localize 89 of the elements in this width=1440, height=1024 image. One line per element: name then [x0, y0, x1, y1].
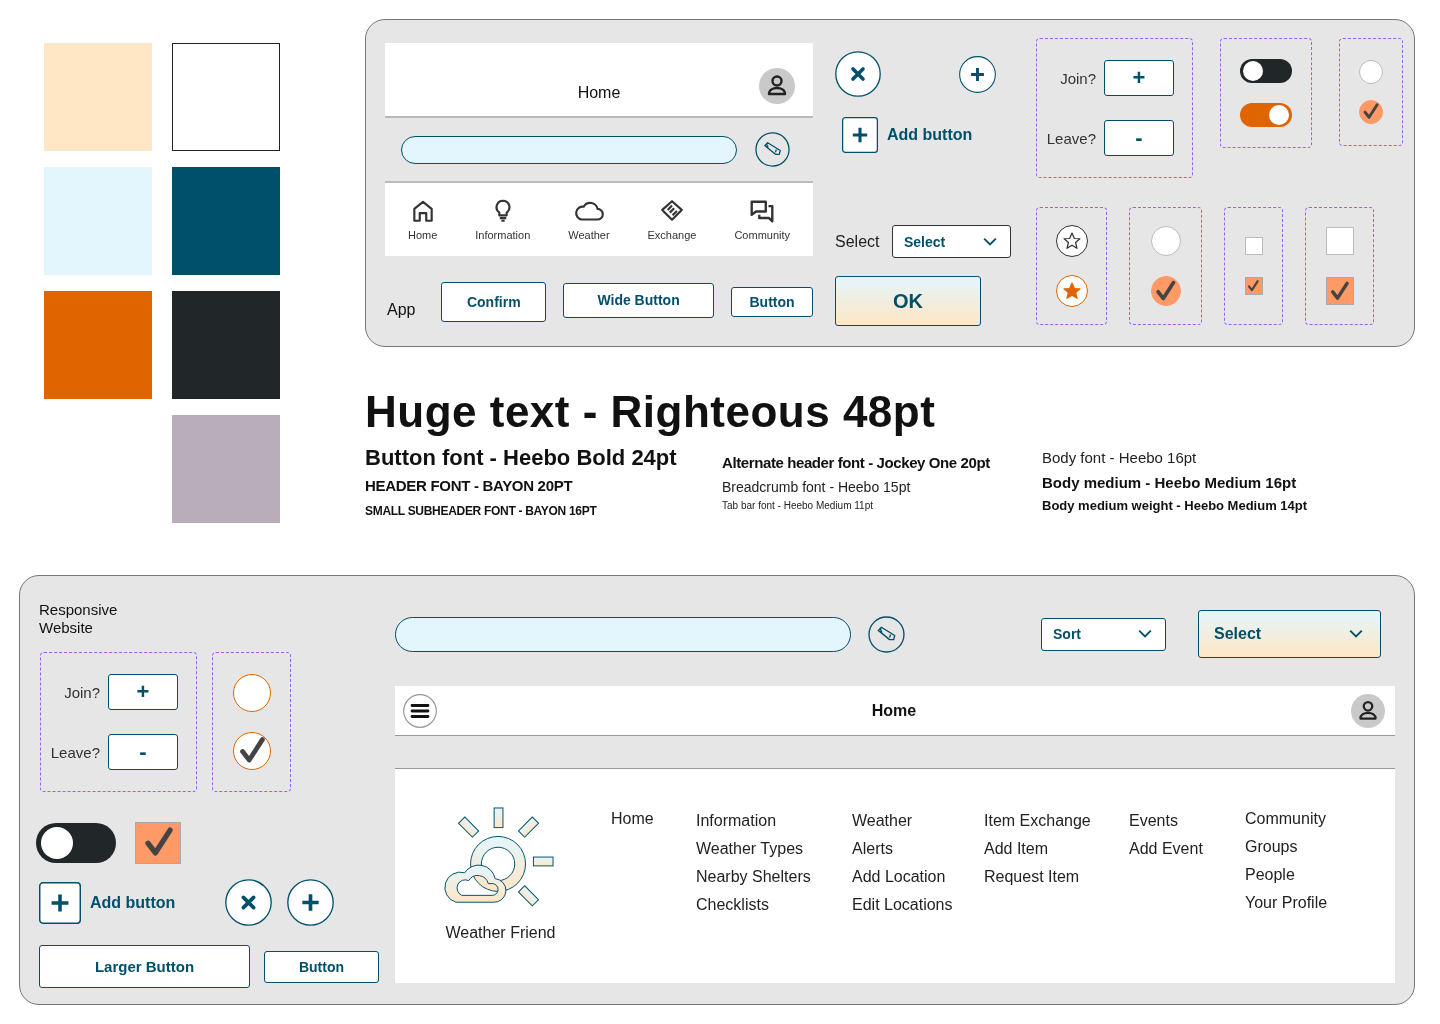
join-label: Join?	[64, 683, 100, 701]
star-toggle[interactable]	[1055, 225, 1088, 257]
footer-link[interactable]: Request Item	[984, 863, 1129, 891]
outline-button[interactable]: Button	[264, 950, 379, 983]
font-sample: Body font - Heebo 16pt	[1042, 449, 1198, 466]
toggle-switch[interactable]	[36, 823, 116, 863]
footer-link[interactable]: Your Profile	[1245, 889, 1328, 917]
menu-icon[interactable]	[403, 693, 437, 728]
add-button[interactable]	[39, 881, 81, 924]
footer-link[interactable]: Checklists	[696, 891, 852, 919]
header-title: Home	[870, 701, 918, 720]
footer-link[interactable]: Groups	[1245, 833, 1328, 861]
radio-button[interactable]	[1359, 100, 1383, 124]
font-sample: Alternate header font - Jockey One 20pt	[722, 454, 991, 471]
header-title: Home	[576, 84, 622, 103]
add-button[interactable]	[842, 117, 878, 153]
huge-text-sample: Huge text - Righteous 48pt	[365, 387, 937, 437]
checkbox[interactable]	[1325, 277, 1354, 305]
footer-link[interactable]: Add Event	[1129, 835, 1245, 863]
brand-name: Weather Friend	[445, 924, 556, 942]
tab-label[interactable]: Community	[734, 229, 791, 241]
search-field[interactable]	[401, 135, 737, 164]
toggle-switch[interactable]	[1240, 103, 1292, 127]
font-sample: Breadcrumb font - Heebo 15pt	[722, 479, 912, 495]
sort-dropdown[interactable]: Sort	[1041, 617, 1166, 651]
footer-link[interactable]: People	[1245, 861, 1328, 889]
footer-link[interactable]: Add Location	[852, 863, 984, 891]
leave-label: Leave?	[1046, 129, 1096, 147]
font-sample: Body medium weight - Heebo Medium 14pt	[1042, 498, 1308, 513]
radio-button[interactable]	[1359, 60, 1383, 84]
checkbox[interactable]	[135, 822, 181, 864]
font-sample: Tab bar font - Heebo Medium 11pt	[722, 500, 874, 511]
footer-link[interactable]: Item Exchange	[984, 807, 1129, 835]
tab-label[interactable]: Weather	[568, 229, 610, 241]
footer-link[interactable]: Information	[696, 807, 852, 835]
outline-button[interactable]: Button	[731, 287, 813, 317]
chat-bubbles-icon	[749, 198, 776, 224]
font-sample: HEADER FONT - BAYON 20PT	[365, 477, 574, 494]
outline-button[interactable]: Confirm	[441, 282, 547, 322]
tab-label[interactable]: Home	[407, 229, 438, 241]
font-sample: SMALL SUBHEADER FONT - BAYON 16PT	[365, 504, 598, 518]
app-label: App	[387, 301, 416, 319]
add-circle-button[interactable]	[959, 55, 996, 93]
add-circle-button[interactable]	[287, 879, 335, 926]
footer-link[interactable]: Nearby Shelters	[696, 863, 852, 891]
radio-button[interactable]	[232, 674, 271, 712]
join-label: Join?	[1060, 69, 1096, 87]
radio-button[interactable]	[1150, 226, 1181, 256]
join-button[interactable]: +	[1104, 60, 1174, 96]
radio-button[interactable]	[1150, 276, 1181, 306]
user-avatar-icon[interactable]	[759, 68, 795, 104]
footer-link[interactable]: Events	[1129, 807, 1245, 835]
star-toggle[interactable]	[1055, 275, 1088, 307]
select-dropdown[interactable]: Select	[1198, 610, 1381, 658]
select-dropdown[interactable]: Select	[892, 225, 1011, 258]
add-button-label[interactable]: Add button	[887, 126, 973, 144]
close-button[interactable]	[835, 51, 881, 97]
search-field[interactable]	[395, 616, 851, 652]
tab-label[interactable]: Information	[475, 229, 531, 241]
toggle-switch[interactable]	[1240, 59, 1292, 83]
font-sample: Button font - Heebo Bold 24pt	[365, 445, 678, 471]
leave-button[interactable]: -	[1104, 120, 1174, 156]
edit-pencil-icon[interactable]	[755, 132, 790, 167]
join-button[interactable]: +	[108, 674, 178, 710]
ok-button[interactable]: OK	[835, 276, 981, 326]
checkbox[interactable]	[1325, 227, 1354, 255]
tab-label[interactable]: Exchange	[647, 229, 697, 241]
checkbox[interactable]	[1244, 237, 1263, 255]
user-avatar-icon[interactable]	[1351, 693, 1385, 728]
font-sample: Body medium - Heebo Medium 16pt	[1042, 474, 1298, 491]
add-button-label[interactable]: Add button	[90, 893, 176, 912]
footer-link[interactable]: Add Item	[984, 835, 1129, 863]
footer-link[interactable]: Weather	[852, 807, 984, 835]
handshake-icon	[659, 198, 685, 224]
footer-link[interactable]: Edit Locations	[852, 891, 984, 919]
select-label: Select	[835, 232, 881, 251]
footer-link[interactable]: Home	[611, 805, 696, 833]
panel-title: Responsive Website	[39, 601, 119, 637]
radio-button[interactable]	[232, 732, 271, 770]
footer-link[interactable]: Alerts	[852, 835, 984, 863]
checkbox[interactable]	[1244, 277, 1263, 295]
edit-pencil-icon[interactable]	[868, 615, 905, 653]
close-button[interactable]	[225, 879, 273, 926]
footer-link[interactable]: Community	[1245, 805, 1328, 833]
outline-button[interactable]: Larger Button	[39, 945, 250, 988]
leave-button[interactable]: -	[108, 734, 178, 770]
leave-label: Leave?	[50, 743, 100, 761]
outline-button[interactable]: Wide Button	[563, 282, 715, 318]
footer-link[interactable]: Weather Types	[696, 835, 852, 863]
